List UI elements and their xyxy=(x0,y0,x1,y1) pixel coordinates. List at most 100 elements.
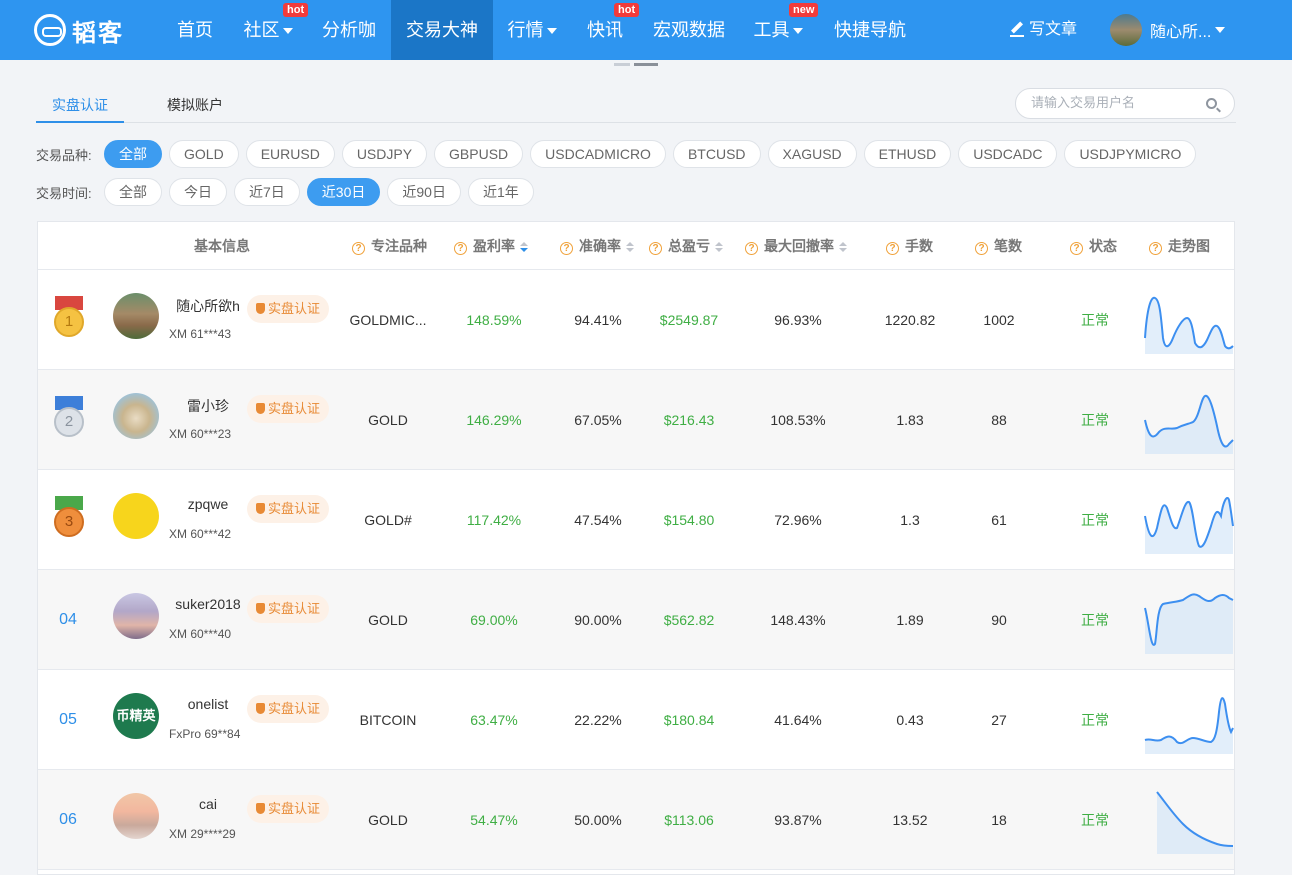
sort-icon[interactable] xyxy=(520,242,528,252)
write-article-link[interactable]: 写文章 xyxy=(1010,0,1077,60)
symbol-chip[interactable]: GOLD xyxy=(169,140,239,168)
trades: 61 xyxy=(991,512,1007,528)
symbol-chip[interactable]: GBPUSD xyxy=(434,140,524,168)
user-menu[interactable]: 随心所... xyxy=(1110,14,1226,46)
symbol-chip[interactable]: ETHUSD xyxy=(863,140,952,168)
pagination-dot[interactable] xyxy=(614,63,630,66)
site-logo[interactable]: 韬客 xyxy=(34,12,124,48)
help-icon[interactable]: ? xyxy=(352,242,365,255)
sort-icon[interactable] xyxy=(626,242,634,252)
trader-name[interactable]: 随心所欲h xyxy=(168,296,248,316)
total-pl: $216.43 xyxy=(663,412,715,428)
total-pl: $180.84 xyxy=(663,712,715,728)
symbol-chip[interactable]: USDCADMICRO xyxy=(530,140,666,168)
profit-rate: 54.47% xyxy=(470,812,518,828)
symbol-chip[interactable]: USDCADC xyxy=(958,140,1058,168)
trades: 90 xyxy=(991,612,1007,628)
accuracy: 50.00% xyxy=(574,812,622,828)
trader-name[interactable]: onelist xyxy=(168,696,248,712)
shield-icon xyxy=(256,703,265,714)
help-icon[interactable]: ? xyxy=(649,242,662,255)
table-row[interactable]: 1 随心所欲h XM 61***43 实盘认证 GOLDMIC... 148.5… xyxy=(38,270,1234,370)
header-total-pl[interactable]: ? 总盈亏 xyxy=(649,222,723,270)
header-max-drawdown[interactable]: ? 最大回撤率 xyxy=(745,222,847,270)
help-icon[interactable]: ? xyxy=(886,242,899,255)
symbol-chip[interactable]: XAGUSD xyxy=(767,140,857,168)
sort-icon[interactable] xyxy=(715,242,723,252)
help-icon[interactable]: ? xyxy=(1070,242,1083,255)
trend-sparkline xyxy=(1156,791,1234,854)
time-chip-active[interactable]: 近30日 xyxy=(306,178,381,206)
accuracy: 47.54% xyxy=(574,512,622,528)
time-chip[interactable]: 近90日 xyxy=(387,178,461,206)
avatar[interactable] xyxy=(113,593,159,639)
trader-name[interactable]: suker2018 xyxy=(168,596,248,612)
header-symbol: ? 专注品种 xyxy=(352,222,427,270)
symbol-chip[interactable]: BTCUSD xyxy=(672,140,761,168)
symbol-chip[interactable]: USDJPY xyxy=(341,140,428,168)
symbol-chip[interactable]: USDJPYMICRO xyxy=(1064,140,1197,168)
accuracy: 22.22% xyxy=(574,712,622,728)
nav-analysts[interactable]: 分析咖 xyxy=(310,0,388,60)
table-row[interactable]: 06 cai XM 29****29 实盘认证 GOLD 54.47% 50.0… xyxy=(38,770,1234,870)
focus-symbol: GOLD# xyxy=(364,512,412,528)
avatar[interactable]: 币精英 xyxy=(113,693,159,739)
total-pl: $154.80 xyxy=(663,512,715,528)
search-input[interactable] xyxy=(1031,95,1201,110)
nav-tools[interactable]: 工具 new xyxy=(745,0,819,60)
nav-flash-news[interactable]: 快讯 hot xyxy=(578,0,640,60)
total-pl: $2549.87 xyxy=(659,312,719,328)
avatar[interactable] xyxy=(113,293,159,339)
time-chip[interactable]: 近1年 xyxy=(467,178,534,206)
symbol-chip[interactable]: EURUSD xyxy=(245,140,335,168)
verified-badge: 实盘认证 xyxy=(247,295,330,323)
time-chip[interactable]: 今日 xyxy=(169,178,227,206)
banner-pagination xyxy=(614,63,658,66)
nav-macro-data[interactable]: 宏观数据 xyxy=(643,0,735,60)
trader-name[interactable]: 雷小珍 xyxy=(168,396,248,416)
focus-symbol: GOLD xyxy=(368,812,408,828)
lots: 1220.82 xyxy=(884,312,936,328)
avatar[interactable] xyxy=(113,393,159,439)
time-chip-all[interactable]: 全部 xyxy=(104,178,162,206)
nav-trading-masters[interactable]: 交易大神 xyxy=(391,0,493,60)
symbol-chip-all[interactable]: 全部 xyxy=(104,140,162,168)
tab-demo-account[interactable]: 模拟账户 xyxy=(155,90,235,123)
time-chip[interactable]: 近7日 xyxy=(234,178,300,206)
help-icon[interactable]: ? xyxy=(975,242,988,255)
search-icon[interactable] xyxy=(1206,98,1217,109)
search-box xyxy=(1015,88,1235,119)
max-drawdown: 93.87% xyxy=(774,812,822,828)
nav-quick-links[interactable]: 快捷导航 xyxy=(824,0,916,60)
nav-community[interactable]: 社区 hot xyxy=(232,0,309,60)
table-row[interactable]: 2 雷小珍 XM 60***23 实盘认证 GOLD 146.29% 67.05… xyxy=(38,370,1234,470)
trader-name[interactable]: zpqwe xyxy=(168,496,248,512)
header-profit-rate[interactable]: ? 盈利率 xyxy=(454,222,528,270)
trader-name[interactable]: cai xyxy=(168,796,248,812)
avatar[interactable] xyxy=(113,793,159,839)
help-icon[interactable]: ? xyxy=(560,242,573,255)
table-header: 基本信息 ? 专注品种 ? 盈利率 ? 准确率 ? 总盈亏 ? 最大回撤率 ? 手数 ? 笔数… xyxy=(38,222,1234,270)
verified-badge: 实盘认证 xyxy=(247,795,330,823)
table-row[interactable]: 04 suker2018 XM 60***40 实盘认证 GOLD 69.00%… xyxy=(38,570,1234,670)
trader-account: XM 60***40 xyxy=(169,627,232,641)
help-icon[interactable]: ? xyxy=(745,242,758,255)
avatar[interactable] xyxy=(113,493,159,539)
nav-home[interactable]: 首页 xyxy=(164,0,226,60)
trader-account: XM 60***42 xyxy=(169,527,232,541)
help-icon[interactable]: ? xyxy=(454,242,467,255)
pagination-dot-active[interactable] xyxy=(634,63,658,66)
header-accuracy[interactable]: ? 准确率 xyxy=(560,222,634,270)
nav-market[interactable]: 行情 xyxy=(499,0,565,60)
sort-icon[interactable] xyxy=(839,242,847,252)
table-row[interactable]: 3 zpqwe XM 60***42 实盘认证 GOLD# 117.42% 47… xyxy=(38,470,1234,570)
accuracy: 67.05% xyxy=(574,412,622,428)
help-icon[interactable]: ? xyxy=(1149,242,1162,255)
logo-icon xyxy=(34,14,66,46)
status: 正常 xyxy=(1081,612,1109,628)
table-row[interactable]: 05 币精英 onelist FxPro 69**84 实盘认证 BITCOIN… xyxy=(38,670,1234,770)
verified-badge: 实盘认证 xyxy=(247,595,330,623)
tab-live-verified[interactable]: 实盘认证 xyxy=(36,90,124,123)
profit-rate: 148.59% xyxy=(466,312,522,328)
focus-symbol: GOLD xyxy=(368,412,408,428)
